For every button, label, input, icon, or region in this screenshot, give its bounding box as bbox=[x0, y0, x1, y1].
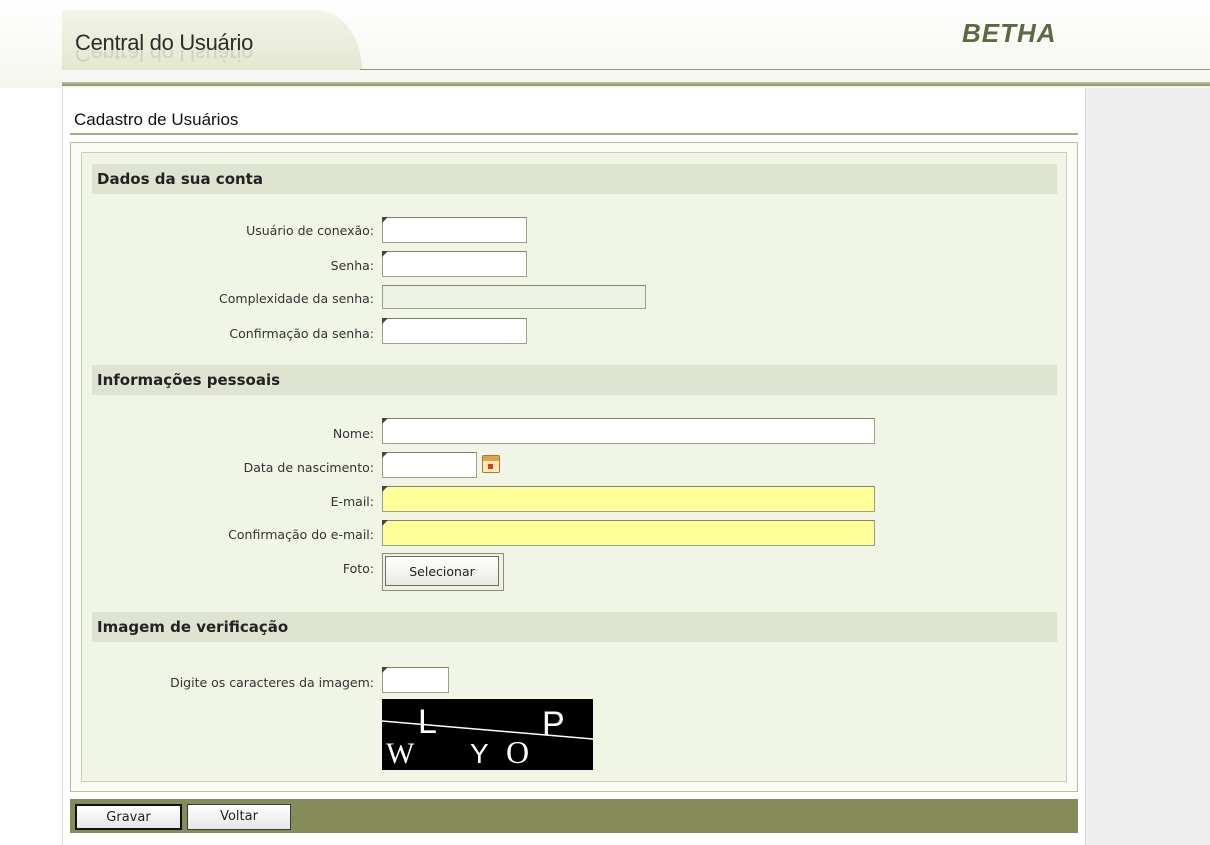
username-label: Usuário de conexão: bbox=[246, 223, 374, 238]
captcha-char: L bbox=[418, 703, 437, 741]
required-marker bbox=[382, 667, 388, 673]
required-marker bbox=[382, 486, 388, 492]
required-marker bbox=[382, 452, 388, 458]
name-input[interactable] bbox=[382, 418, 875, 444]
captcha-input[interactable] bbox=[382, 667, 449, 693]
side-strip bbox=[1086, 88, 1210, 845]
birthdate-label: Data de nascimento: bbox=[243, 460, 374, 475]
captcha-char: W bbox=[386, 737, 415, 770]
confirm-email-input[interactable] bbox=[382, 520, 875, 546]
back-button[interactable]: Voltar bbox=[187, 804, 291, 830]
required-marker bbox=[382, 418, 388, 424]
section-heading-personal: Informações pessoais bbox=[92, 365, 1057, 395]
name-label: Nome: bbox=[332, 426, 374, 441]
captcha-char: O bbox=[506, 734, 529, 770]
email-input[interactable] bbox=[382, 486, 875, 512]
password-complexity-meter bbox=[382, 285, 646, 309]
save-button[interactable]: Gravar bbox=[75, 804, 182, 830]
required-marker bbox=[382, 251, 388, 257]
confirm-password-input[interactable] bbox=[382, 318, 527, 344]
username-input[interactable] bbox=[382, 217, 527, 243]
photo-select-wrapper: Selecionar bbox=[382, 553, 504, 591]
brand-logo: BETHA bbox=[962, 18, 1057, 48]
password-input[interactable] bbox=[382, 251, 527, 277]
captcha-graphic: W L Y O P bbox=[381, 699, 594, 770]
required-marker bbox=[382, 318, 388, 324]
page-title: Cadastro de Usuários bbox=[74, 110, 239, 129]
email-label: E-mail: bbox=[330, 494, 374, 509]
section-heading-verification: Imagem de verificação bbox=[92, 612, 1057, 642]
captcha-image: W L Y O P bbox=[381, 699, 594, 770]
calendar-icon[interactable] bbox=[482, 455, 500, 473]
section-heading-account: Dados da sua conta bbox=[92, 164, 1057, 194]
captcha-label: Digite os caracteres da imagem: bbox=[170, 675, 374, 690]
confirm-password-label: Confirmação da senha: bbox=[229, 326, 374, 341]
photo-label: Foto: bbox=[342, 561, 374, 576]
confirm-email-label: Confirmação do e-mail: bbox=[228, 527, 374, 542]
app-title-reflection: Central do Usuário bbox=[75, 50, 254, 66]
title-divider bbox=[70, 133, 1078, 135]
header-bar bbox=[62, 82, 1210, 86]
captcha-char: Y bbox=[470, 738, 489, 769]
app-header: Central do Usuário Central do Usuário BE… bbox=[0, 0, 1210, 88]
birthdate-input[interactable] bbox=[382, 452, 477, 478]
captcha-char: P bbox=[542, 705, 565, 743]
required-marker bbox=[382, 217, 388, 223]
password-complexity-label: Complexidade da senha: bbox=[219, 291, 374, 306]
password-label: Senha: bbox=[330, 258, 374, 273]
header-divider bbox=[360, 69, 1210, 70]
required-marker bbox=[382, 520, 388, 526]
select-photo-button[interactable]: Selecionar bbox=[385, 556, 499, 586]
